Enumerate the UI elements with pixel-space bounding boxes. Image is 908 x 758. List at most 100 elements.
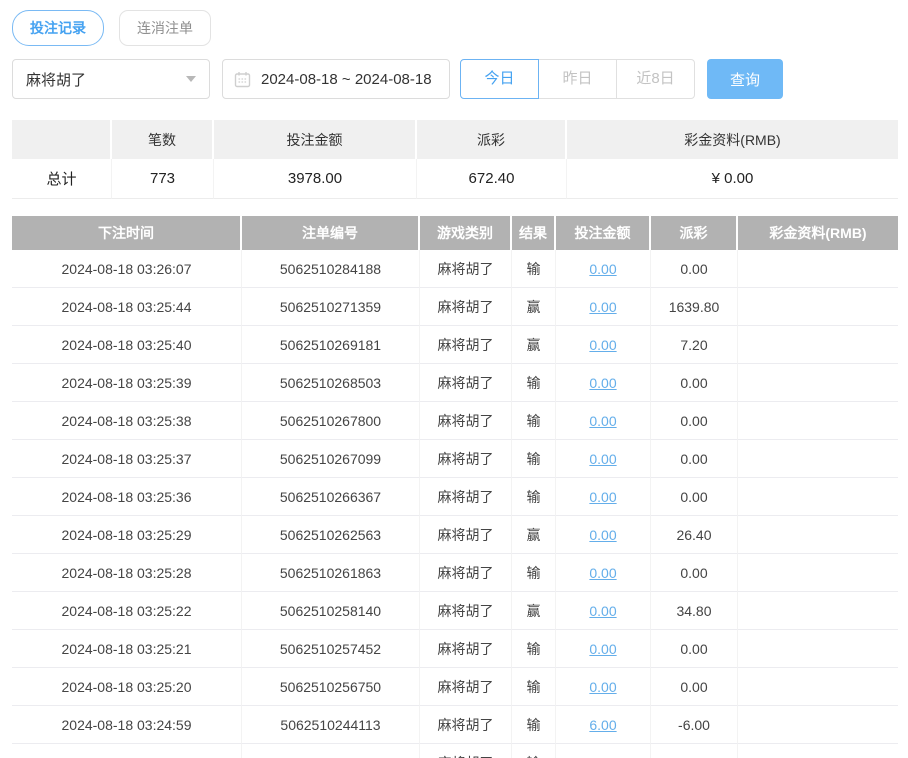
order-id-cell: 5062510284188: [242, 250, 420, 288]
payout-cell: -6.00: [651, 744, 738, 758]
bet-amount-link[interactable]: 0.00: [589, 451, 616, 467]
game-type-cell: 麻将胡了: [420, 402, 512, 440]
bet-amount-link: 0.00: [556, 630, 651, 668]
bet-time-cell: 2024-08-18 03:24:58: [12, 744, 242, 758]
bet-amount-link[interactable]: 0.00: [589, 641, 616, 657]
bet-time-cell: 2024-08-18 03:25:29: [12, 516, 242, 554]
bet-amount-link: 0.00: [556, 250, 651, 288]
bonus-cell: [738, 250, 898, 288]
game-type-select[interactable]: 麻将胡了: [12, 59, 210, 99]
bet-amount-link[interactable]: 0.00: [589, 413, 616, 429]
bonus-cell: [738, 592, 898, 630]
bet-amount-link[interactable]: 0.00: [589, 679, 616, 695]
chevron-down-icon: [186, 76, 196, 82]
bet-amount-link: 0.00: [556, 516, 651, 554]
order-id-cell: 5062510256750: [242, 668, 420, 706]
payout-cell: 0.00: [651, 630, 738, 668]
game-type-cell: 麻将胡了: [420, 706, 512, 744]
calendar-icon: [234, 71, 251, 87]
bonus-cell: [738, 706, 898, 744]
tab-betting-records[interactable]: 投注记录: [12, 10, 104, 46]
bonus-cell: [738, 364, 898, 402]
bet-amount-link[interactable]: 0.00: [589, 261, 616, 277]
table-row: 2024-08-18 03:25:37 5062510267099 麻将胡了输 0.0…: [12, 440, 898, 478]
table-row: 2024-08-18 03:24:585062510243034麻将胡了输 6.0…: [12, 744, 898, 758]
header-bonus: 彩金资料(RMB): [738, 216, 898, 250]
table-row: 2024-08-18 03:25:44 5062510271359 麻将胡了赢 0.0…: [12, 288, 898, 326]
order-id-cell: 5062510267099: [242, 440, 420, 478]
summary-header-payout: 派彩: [417, 120, 567, 159]
bet-time-cell: 2024-08-18 03:25:37: [12, 440, 242, 478]
result-cell: 输: [512, 364, 556, 402]
bet-amount-link[interactable]: 0.00: [589, 527, 616, 543]
date-range-picker[interactable]: 2024-08-18 ~ 2024-08-18: [222, 59, 450, 99]
bet-amount-link[interactable]: 0.00: [589, 489, 616, 505]
bet-amount-link[interactable]: 0.00: [589, 375, 616, 391]
bet-amount-link[interactable]: 6.00: [589, 755, 616, 758]
payout-cell: 34.80: [651, 592, 738, 630]
summary-header-empty: [12, 120, 112, 159]
summary-total-count: 773: [112, 159, 214, 199]
betting-records-page: 投注记录 连消注单 麻将胡了 2024-08-18 ~ 2024-08-18 今…: [0, 0, 908, 758]
last-8-days-button[interactable]: 近8日: [616, 59, 695, 99]
tab-cancelled-bets[interactable]: 连消注单: [119, 10, 211, 46]
game-type-cell: 麻将胡了: [420, 478, 512, 516]
result-cell: 输: [512, 440, 556, 478]
bonus-cell: [738, 516, 898, 554]
bet-amount-link: 6.00: [556, 744, 651, 758]
header-result: 结果: [512, 216, 556, 250]
bet-amount-link[interactable]: 6.00: [589, 717, 616, 733]
result-cell: 输: [512, 668, 556, 706]
order-id-cell: 5062510261863: [242, 554, 420, 592]
bet-time-cell: 2024-08-18 03:25:20: [12, 668, 242, 706]
table-row: 2024-08-18 03:25:21 5062510257452 麻将胡了输 0.0…: [12, 630, 898, 668]
bet-amount-link[interactable]: 0.00: [589, 337, 616, 353]
payout-cell: 7.20: [651, 326, 738, 364]
summary-header-row: 笔数 投注金额 派彩 彩金资料(RMB): [12, 120, 898, 159]
payout-cell: 0.00: [651, 668, 738, 706]
payout-cell: 0.00: [651, 364, 738, 402]
search-button[interactable]: 查询: [707, 59, 783, 99]
result-cell: 输: [512, 402, 556, 440]
bonus-cell: [738, 744, 898, 758]
game-type-cell: 麻将胡了: [420, 326, 512, 364]
payout-cell: -6.00: [651, 706, 738, 744]
table-row: 2024-08-18 03:26:07 5062510284188 麻将胡了输 0.0…: [12, 250, 898, 288]
summary-table: 笔数 投注金额 派彩 彩金资料(RMB) 总计 773 3978.00 672.…: [12, 120, 898, 199]
game-type-select-value: 麻将胡了: [26, 71, 87, 89]
bonus-cell: [738, 326, 898, 364]
table-row: 2024-08-18 03:25:40 5062510269181 麻将胡了赢 0.0…: [12, 326, 898, 364]
bet-amount-link[interactable]: 0.00: [589, 565, 616, 581]
bet-amount-link: 0.00: [556, 554, 651, 592]
summary-total-bet-amount: 3978.00: [214, 159, 417, 199]
bet-amount-link: 0.00: [556, 592, 651, 630]
bonus-cell: [738, 630, 898, 668]
bet-amount-link[interactable]: 0.00: [589, 299, 616, 315]
result-cell: 输: [512, 744, 556, 758]
order-id-cell: 5062510269181: [242, 326, 420, 364]
result-cell: 输: [512, 554, 556, 592]
table-row: 2024-08-18 03:24:59 5062510244113 麻将胡了输 6.0…: [12, 706, 898, 744]
bet-time-cell: 2024-08-18 03:25:44: [12, 288, 242, 326]
bet-amount-link[interactable]: 0.00: [589, 603, 616, 619]
bet-time-cell: 2024-08-18 03:24:59: [12, 706, 242, 744]
bonus-cell: [738, 440, 898, 478]
today-button[interactable]: 今日: [460, 59, 539, 99]
header-bet-time: 下注时间: [12, 216, 242, 250]
result-cell: 输: [512, 630, 556, 668]
order-id-cell: 5062510266367: [242, 478, 420, 516]
game-type-cell: 麻将胡了: [420, 668, 512, 706]
bet-amount-link: 0.00: [556, 440, 651, 478]
order-id-cell: 5062510262563: [242, 516, 420, 554]
game-type-cell: 麻将胡了: [420, 592, 512, 630]
game-type-cell: 麻将胡了: [420, 744, 512, 758]
yesterday-button[interactable]: 昨日: [538, 59, 617, 99]
bet-time-cell: 2024-08-18 03:25:36: [12, 478, 242, 516]
payout-cell: 0.00: [651, 402, 738, 440]
bet-amount-link: 0.00: [556, 326, 651, 364]
summary-total-row: 总计 773 3978.00 672.40 ¥ 0.00: [12, 159, 898, 199]
bonus-cell: [738, 402, 898, 440]
result-cell: 输: [512, 250, 556, 288]
table-row: 2024-08-18 03:25:29 5062510262563 麻将胡了赢 0.0…: [12, 516, 898, 554]
game-type-cell: 麻将胡了: [420, 364, 512, 402]
